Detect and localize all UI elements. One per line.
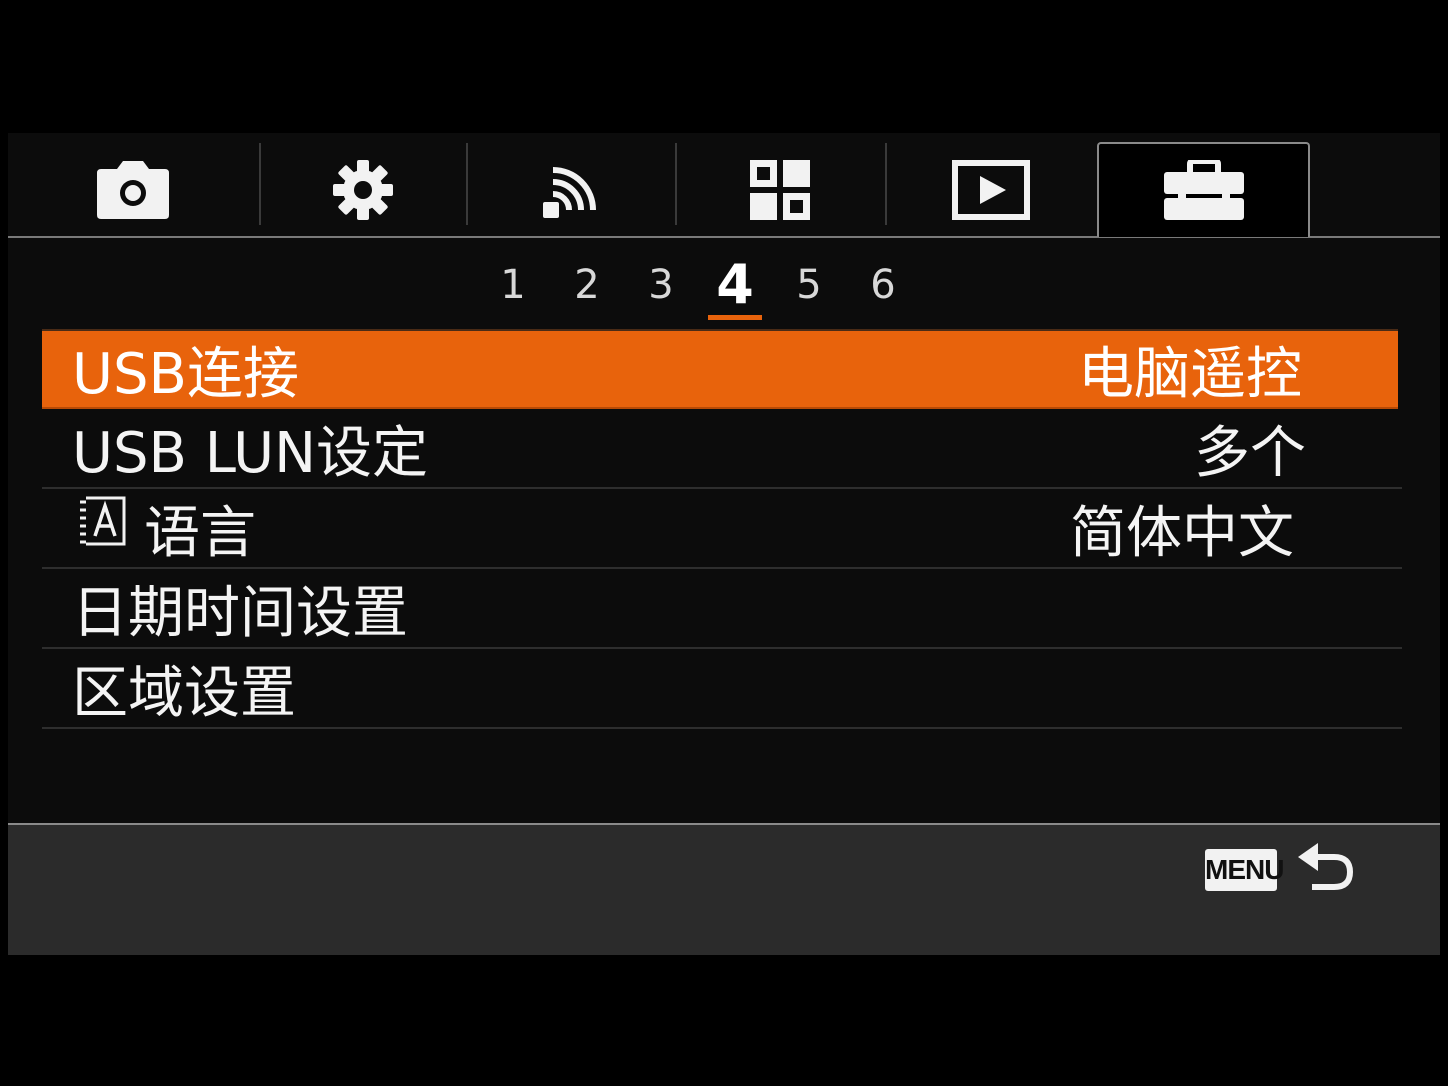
page-6[interactable]: 6 [846,257,920,313]
menu-item-label-wrap: 语言 [42,488,256,569]
menu-key-button[interactable]: MENU [1205,849,1284,891]
menu-item-area-setting[interactable]: 区域设置 [42,649,1402,729]
page-4-current[interactable]: 4 [698,257,772,320]
menu-item-usb-lun[interactable]: USB LUN设定 多个 [42,409,1402,489]
footer-bar: MENU [8,825,1440,955]
menu-item-label: USB LUN设定 [72,420,429,486]
menu-item-language[interactable]: 语言 简体中文 [42,489,1402,569]
menu-item-label: 区域设置 [72,660,296,726]
tab-setup[interactable] [1097,142,1310,237]
tab-shooting-settings[interactable] [260,143,466,237]
menu-item-label: 语言 [144,500,256,566]
page-indicator: 1 2 3 4 5 6 [476,257,920,321]
page-1[interactable]: 1 [476,257,550,313]
menu-item-label: 日期时间设置 [72,580,408,646]
playback-icon [952,160,1030,220]
page-2[interactable]: 2 [550,257,624,313]
menu-item-usb-connection[interactable]: USB连接 电脑遥控 [42,329,1398,409]
language-icon [78,494,130,562]
menu-list: USB连接 电脑遥控 USB LUN设定 多个 语言 简体中文 日期时间设置 区… [42,329,1402,729]
camera-menu-screen: 1 2 3 4 5 6 USB连接 电脑遥控 USB LUN设定 多个 语言 简… [8,133,1440,955]
return-arrow-icon[interactable] [1294,839,1356,899]
menu-item-value: 简体中文 [1070,500,1294,566]
menu-item-value: 电脑遥控 [1078,341,1302,407]
menu-item-value: 多个 [1194,420,1306,486]
camera-icon [95,159,171,221]
toolbox-icon [1162,159,1246,222]
tab-playback[interactable] [887,143,1095,237]
tab-camera-settings[interactable] [8,143,258,237]
custom-grid-icon [748,158,812,222]
page-5[interactable]: 5 [772,257,846,313]
menu-item-label: USB连接 [72,341,299,407]
gear-icon [331,158,395,222]
page-3[interactable]: 3 [624,257,698,313]
tab-bar [8,133,1440,237]
tab-network[interactable] [468,143,674,237]
tab-custom[interactable] [677,143,883,237]
menu-item-date-time[interactable]: 日期时间设置 [42,569,1402,649]
wireless-icon [539,158,603,222]
